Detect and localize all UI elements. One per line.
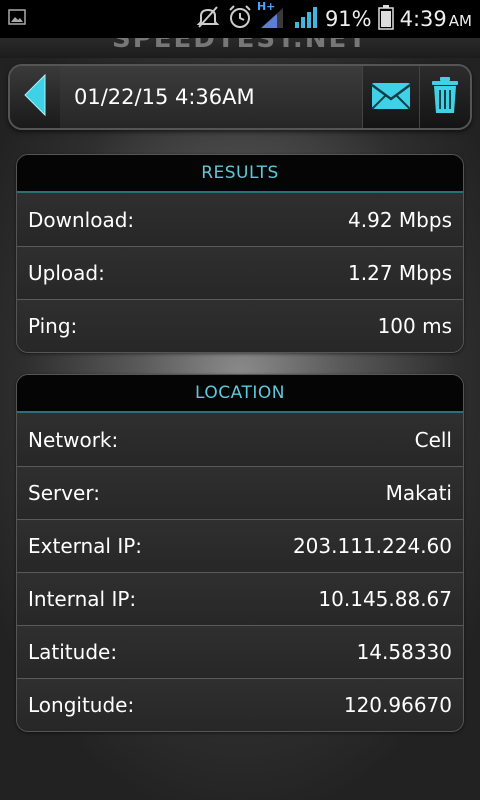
- external-ip-row: External IP: 203.111.224.60: [17, 519, 463, 572]
- signal-hplus-icon: H+: [257, 0, 287, 34]
- internal-ip-value: 10.145.88.67: [318, 587, 452, 611]
- image-icon: [8, 8, 26, 30]
- longitude-label: Longitude:: [28, 693, 135, 717]
- trash-icon: [430, 75, 460, 119]
- network-label: Network:: [28, 427, 119, 452]
- alarm-icon: [227, 4, 253, 34]
- latitude-value: 14.58330: [356, 640, 452, 664]
- download-row: Download: 4.92 Mbps: [17, 193, 463, 246]
- server-label: Server:: [28, 481, 100, 505]
- upload-label: Upload:: [28, 261, 105, 285]
- toolbar: 01/22/15 4:36AM: [8, 64, 472, 130]
- signal-icon: [293, 4, 319, 34]
- download-value: 4.92 Mbps: [348, 207, 452, 232]
- internal-ip-label: Internal IP:: [28, 587, 137, 611]
- upload-value: 1.27 Mbps: [348, 261, 452, 285]
- network-type-label: H+: [256, 0, 276, 13]
- location-header: LOCATION: [17, 375, 463, 413]
- external-ip-label: External IP:: [28, 534, 143, 558]
- test-datetime-title: 01/22/15 4:36AM: [60, 66, 362, 128]
- latitude-label: Latitude:: [28, 640, 118, 664]
- external-ip-value: 203.111.224.60: [292, 534, 452, 558]
- share-email-button[interactable]: [362, 66, 419, 128]
- server-row: Server: Makati: [17, 466, 463, 519]
- clock-time: 4:39: [399, 7, 447, 31]
- status-bar: H+ 91% 4:39 AM: [0, 0, 480, 38]
- delete-button[interactable]: [419, 66, 470, 128]
- latitude-row: Latitude: 14.58330: [17, 625, 463, 678]
- envelope-icon: [370, 79, 412, 115]
- location-panel: LOCATION Network: Cell Server: Makati Ex…: [16, 374, 464, 732]
- ping-label: Ping:: [28, 314, 78, 338]
- results-rows: Download: 4.92 Mbps Upload: 1.27 Mbps Pi…: [17, 193, 463, 352]
- mute-icon: [195, 4, 221, 34]
- ping-value: 100 ms: [377, 314, 452, 338]
- back-arrow-icon: [21, 73, 49, 121]
- clock-ampm: AM: [448, 12, 472, 30]
- results-panel: RESULTS Download: 4.92 Mbps Upload: 1.27…: [16, 154, 464, 353]
- network-value: Cell: [414, 427, 452, 452]
- battery-icon: [377, 4, 394, 34]
- server-value: Makati: [385, 481, 452, 505]
- upload-row: Upload: 1.27 Mbps: [17, 246, 463, 299]
- longitude-row: Longitude: 120.96670: [17, 678, 463, 731]
- longitude-value: 120.96670: [343, 693, 452, 717]
- internal-ip-row: Internal IP: 10.145.88.67: [17, 572, 463, 625]
- network-row: Network: Cell: [17, 413, 463, 466]
- ping-row: Ping: 100 ms: [17, 299, 463, 352]
- app-title: SPEEDTEST.NET: [111, 38, 369, 54]
- app-title-bar: SPEEDTEST.NET: [0, 38, 480, 58]
- battery-percent: 91%: [324, 7, 372, 31]
- back-button[interactable]: [10, 66, 60, 128]
- location-rows: Network: Cell Server: Makati External IP…: [17, 413, 463, 731]
- results-header: RESULTS: [17, 155, 463, 193]
- download-label: Download:: [28, 207, 135, 232]
